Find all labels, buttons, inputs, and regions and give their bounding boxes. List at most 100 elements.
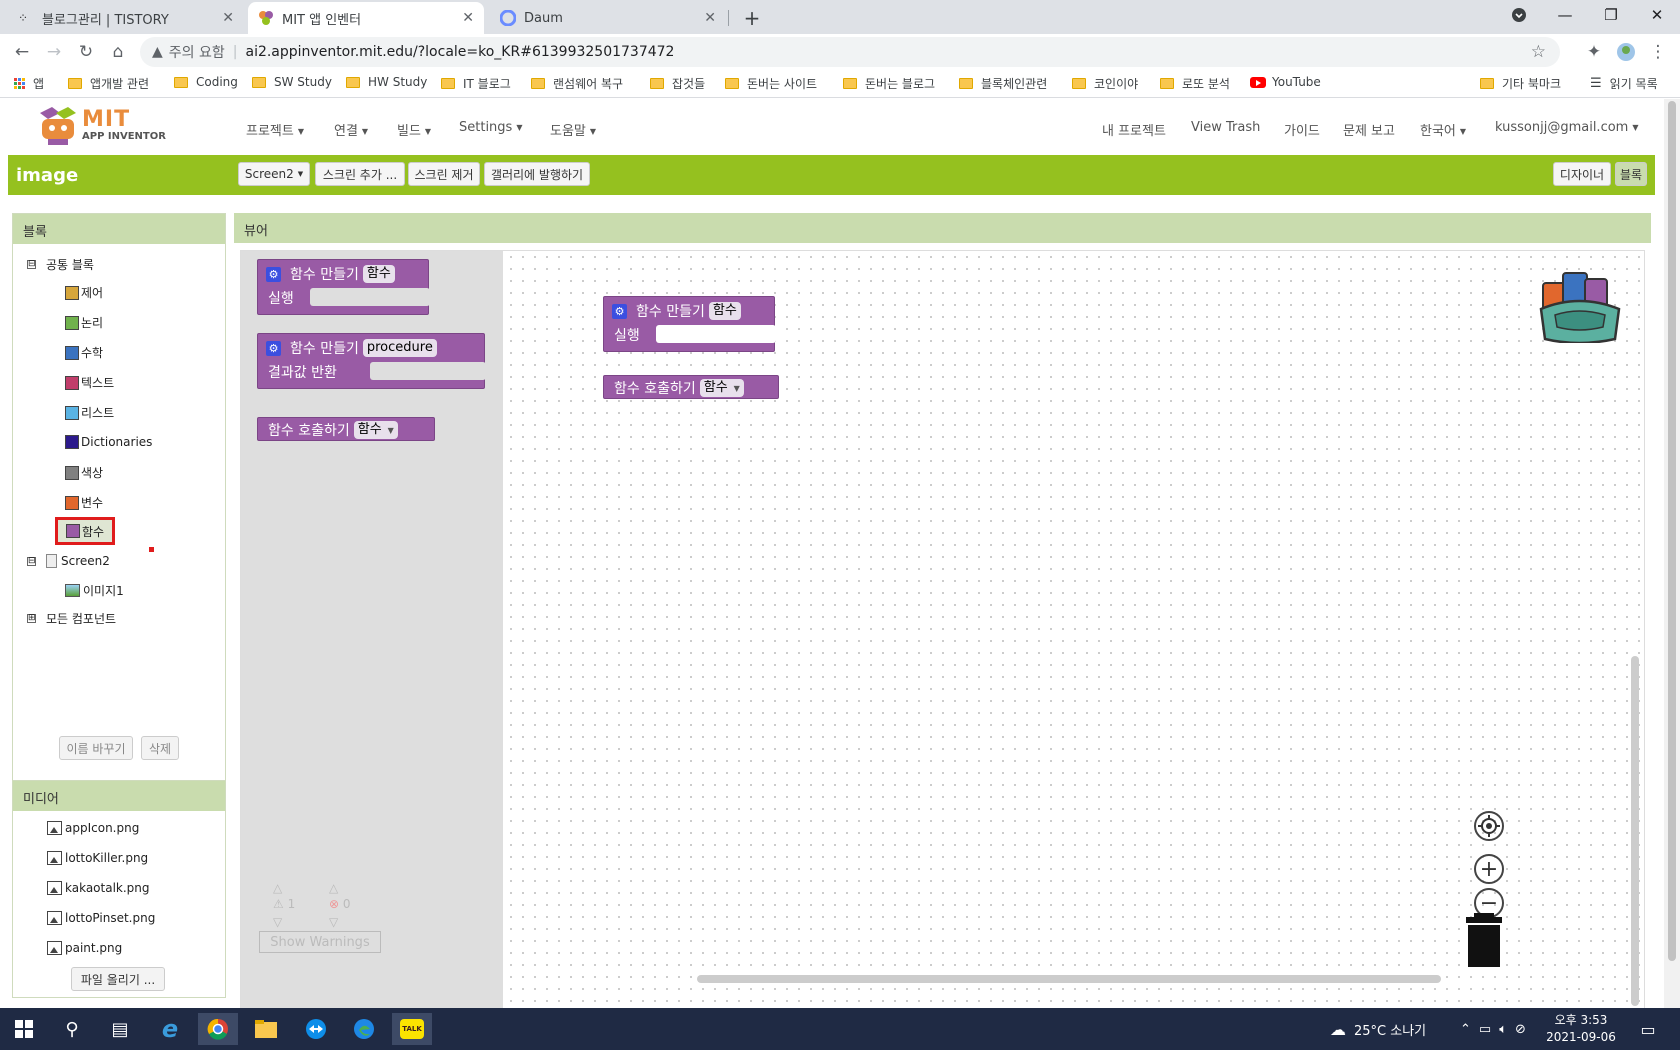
logo-app-inventor[interactable]: APP INVENTOR [82,131,166,142]
reload-icon[interactable]: ↻ [74,40,98,64]
screen-select-button[interactable]: Screen2 ▼ [238,162,310,186]
remove-screen-button[interactable]: 스크린 제거 [408,162,480,186]
media-file[interactable]: appIcon.png [47,821,139,835]
call-procedure-block[interactable]: 함수 호출하기 함수 ▼ [257,417,435,441]
weather-widget[interactable]: ☁ 25°C 소나기 [1330,1008,1426,1050]
url-text[interactable]: ai2.appinventor.mit.edu/?locale=ko_KR#61… [245,44,674,60]
bookmark-folder[interactable]: 돈버는 블로그 [843,75,935,92]
bookmark-other[interactable]: 기타 북마크 [1480,75,1561,92]
bookmark-folder[interactable]: SW Study [252,75,332,89]
drawer-procedures[interactable]: 함수 [55,517,116,545]
close-icon[interactable]: ✕ [222,10,234,26]
zoom-in-icon[interactable]: + [1474,854,1504,884]
bookmark-folder[interactable]: 앱개발 관련 [68,75,149,92]
designer-button[interactable]: 디자이너 [1553,162,1611,186]
bookmark-apps[interactable]: 앱 [14,75,44,92]
close-icon[interactable]: ✕ [462,10,474,26]
upload-file-button[interactable]: 파일 올리기 ... [71,967,165,991]
define-procedure-result-block[interactable]: ⚙ 함수 만들기 procedure 결과값 반환 [257,333,486,389]
publish-gallery-button[interactable]: 갤러리에 발행하기 [484,162,590,186]
bookmark-folder[interactable]: 랜섬웨어 복구 [531,75,623,92]
chevron-up-icon[interactable]: ⌃ [1460,1022,1471,1037]
task-view-icon[interactable]: ▤ [100,1013,140,1045]
procedure-dropdown[interactable]: 함수 ▼ [699,379,744,397]
drawer-control[interactable]: 제어 [65,284,103,301]
bookmark-folder[interactable]: Coding [174,75,238,89]
forward-icon[interactable]: → [42,40,66,64]
show-warnings-button[interactable]: Show Warnings [259,931,381,953]
minimize-icon[interactable]: — [1542,0,1588,30]
blocks-workspace[interactable]: ⚙ 함수 만들기 함수 실행 ⚙ 함수 만들기 procedure 결과값 반환 [240,250,1645,1020]
app-inventor-logo-icon[interactable] [36,107,80,151]
scrollbar-thumb[interactable] [1668,101,1676,961]
rename-button[interactable]: 이름 바꾸기 [59,736,133,760]
notification-blocked-icon[interactable]: ⊘ [1515,1022,1526,1037]
kakaotalk-icon[interactable]: TALK [392,1013,432,1045]
logo-mit[interactable]: MIT [82,107,130,132]
collapse-icon[interactable]: ⊟ [27,556,36,566]
file-explorer-icon[interactable] [246,1013,286,1045]
back-icon[interactable]: ← [10,40,34,64]
collapse-icon[interactable]: ⊟ [27,260,36,269]
home-icon[interactable]: ⌂ [106,40,130,64]
error-up-arrow-icon[interactable]: △ [329,881,338,895]
link-view-trash[interactable]: View Trash [1191,120,1260,135]
procedure-name-field[interactable]: 함수 [362,265,395,283]
drawer-math[interactable]: 수학 [65,344,103,361]
bookmark-folder[interactable]: 잡것들 [650,75,705,92]
trash-icon[interactable] [1464,913,1504,973]
close-icon[interactable]: ✕ [704,10,716,26]
tree-image1[interactable]: 이미지1 [65,582,124,599]
define-procedure-block[interactable]: ⚙ 함수 만들기 함수 실행 [257,259,430,315]
mutator-gear-icon[interactable]: ⚙ [266,340,281,356]
expand-icon[interactable]: ⊞ [27,614,36,623]
recenter-icon[interactable] [1474,811,1504,841]
volume-icon[interactable]: 🔈︎ [1499,1022,1507,1037]
workspace-vertical-scrollbar[interactable] [1631,656,1639,1006]
profile-avatar[interactable] [1614,40,1638,64]
backpack-icon[interactable] [1535,263,1625,347]
search-icon[interactable]: ⚲ [52,1013,92,1045]
restore-icon[interactable]: ❐ [1588,0,1634,30]
bookmark-folder[interactable]: 돈버는 사이트 [725,75,817,92]
media-file[interactable]: lottoKiller.png [47,851,148,865]
bookmark-youtube[interactable]: YouTube [1250,75,1321,89]
bookmark-star-icon[interactable]: ☆ [1531,42,1546,62]
drawer-lists[interactable]: 리스트 [65,404,114,421]
menu-icon[interactable]: ⋮ [1646,40,1670,64]
media-file[interactable]: kakaotalk.png [47,881,150,895]
drawer-text[interactable]: 텍스트 [65,374,114,391]
bookmark-folder[interactable]: HW Study [346,75,427,89]
delete-button[interactable]: 삭제 [141,736,179,760]
clock[interactable]: 오후 3:53 2021-09-06 [1546,1012,1616,1046]
procedure-name-field[interactable]: 함수 [708,302,741,320]
menu-help[interactable]: 도움말 ▼ [550,120,596,139]
mutator-gear-icon[interactable]: ⚙ [612,303,627,319]
bookmark-folder[interactable]: 로또 분석 [1160,75,1230,92]
internet-explorer-icon[interactable]: e [150,1013,190,1045]
bookmark-folder[interactable]: 코인이야 [1072,75,1138,92]
bookmark-folder[interactable]: 블록체인관련 [959,75,1047,92]
drawer-colors[interactable]: 색상 [65,464,103,481]
page-vertical-scrollbar[interactable] [1664,99,1680,1008]
media-file[interactable]: paint.png [47,941,122,955]
security-label[interactable]: 주의 요함 [169,42,225,62]
menu-build[interactable]: 빌드 ▼ [397,120,431,139]
chrome-icon[interactable] [198,1013,238,1045]
network-icon[interactable]: ▭ [1479,1022,1491,1037]
windows-start-icon[interactable] [4,1013,44,1045]
menu-settings[interactable]: Settings ▼ [459,120,522,135]
menu-account[interactable]: kussonjj@gmail.com ▼ [1495,120,1639,135]
tree-builtin[interactable]: ⊟ 공통 블록 [27,256,94,273]
link-my-projects[interactable]: 내 프로젝트 [1102,120,1166,139]
error-down-arrow-icon[interactable]: ▽ [329,915,338,929]
procedure-name-field[interactable]: procedure [362,339,437,357]
bookmark-reading-list[interactable]: ☰ 읽기 목록 [1590,75,1658,92]
menu-connect[interactable]: 연결 ▼ [334,120,368,139]
menu-project[interactable]: 프로젝트 ▼ [246,120,304,139]
call-procedure-block[interactable]: 함수 호출하기 함수 ▼ [603,375,779,399]
warning-down-arrow-icon[interactable]: ▽ [273,915,282,929]
define-procedure-block[interactable]: ⚙ 함수 만들기 함수 실행 [603,296,776,352]
address-bar[interactable]: ▲ 주의 요함 | ai2.appinventor.mit.edu/?local… [140,37,1560,67]
warning-up-arrow-icon[interactable]: △ [273,881,282,895]
